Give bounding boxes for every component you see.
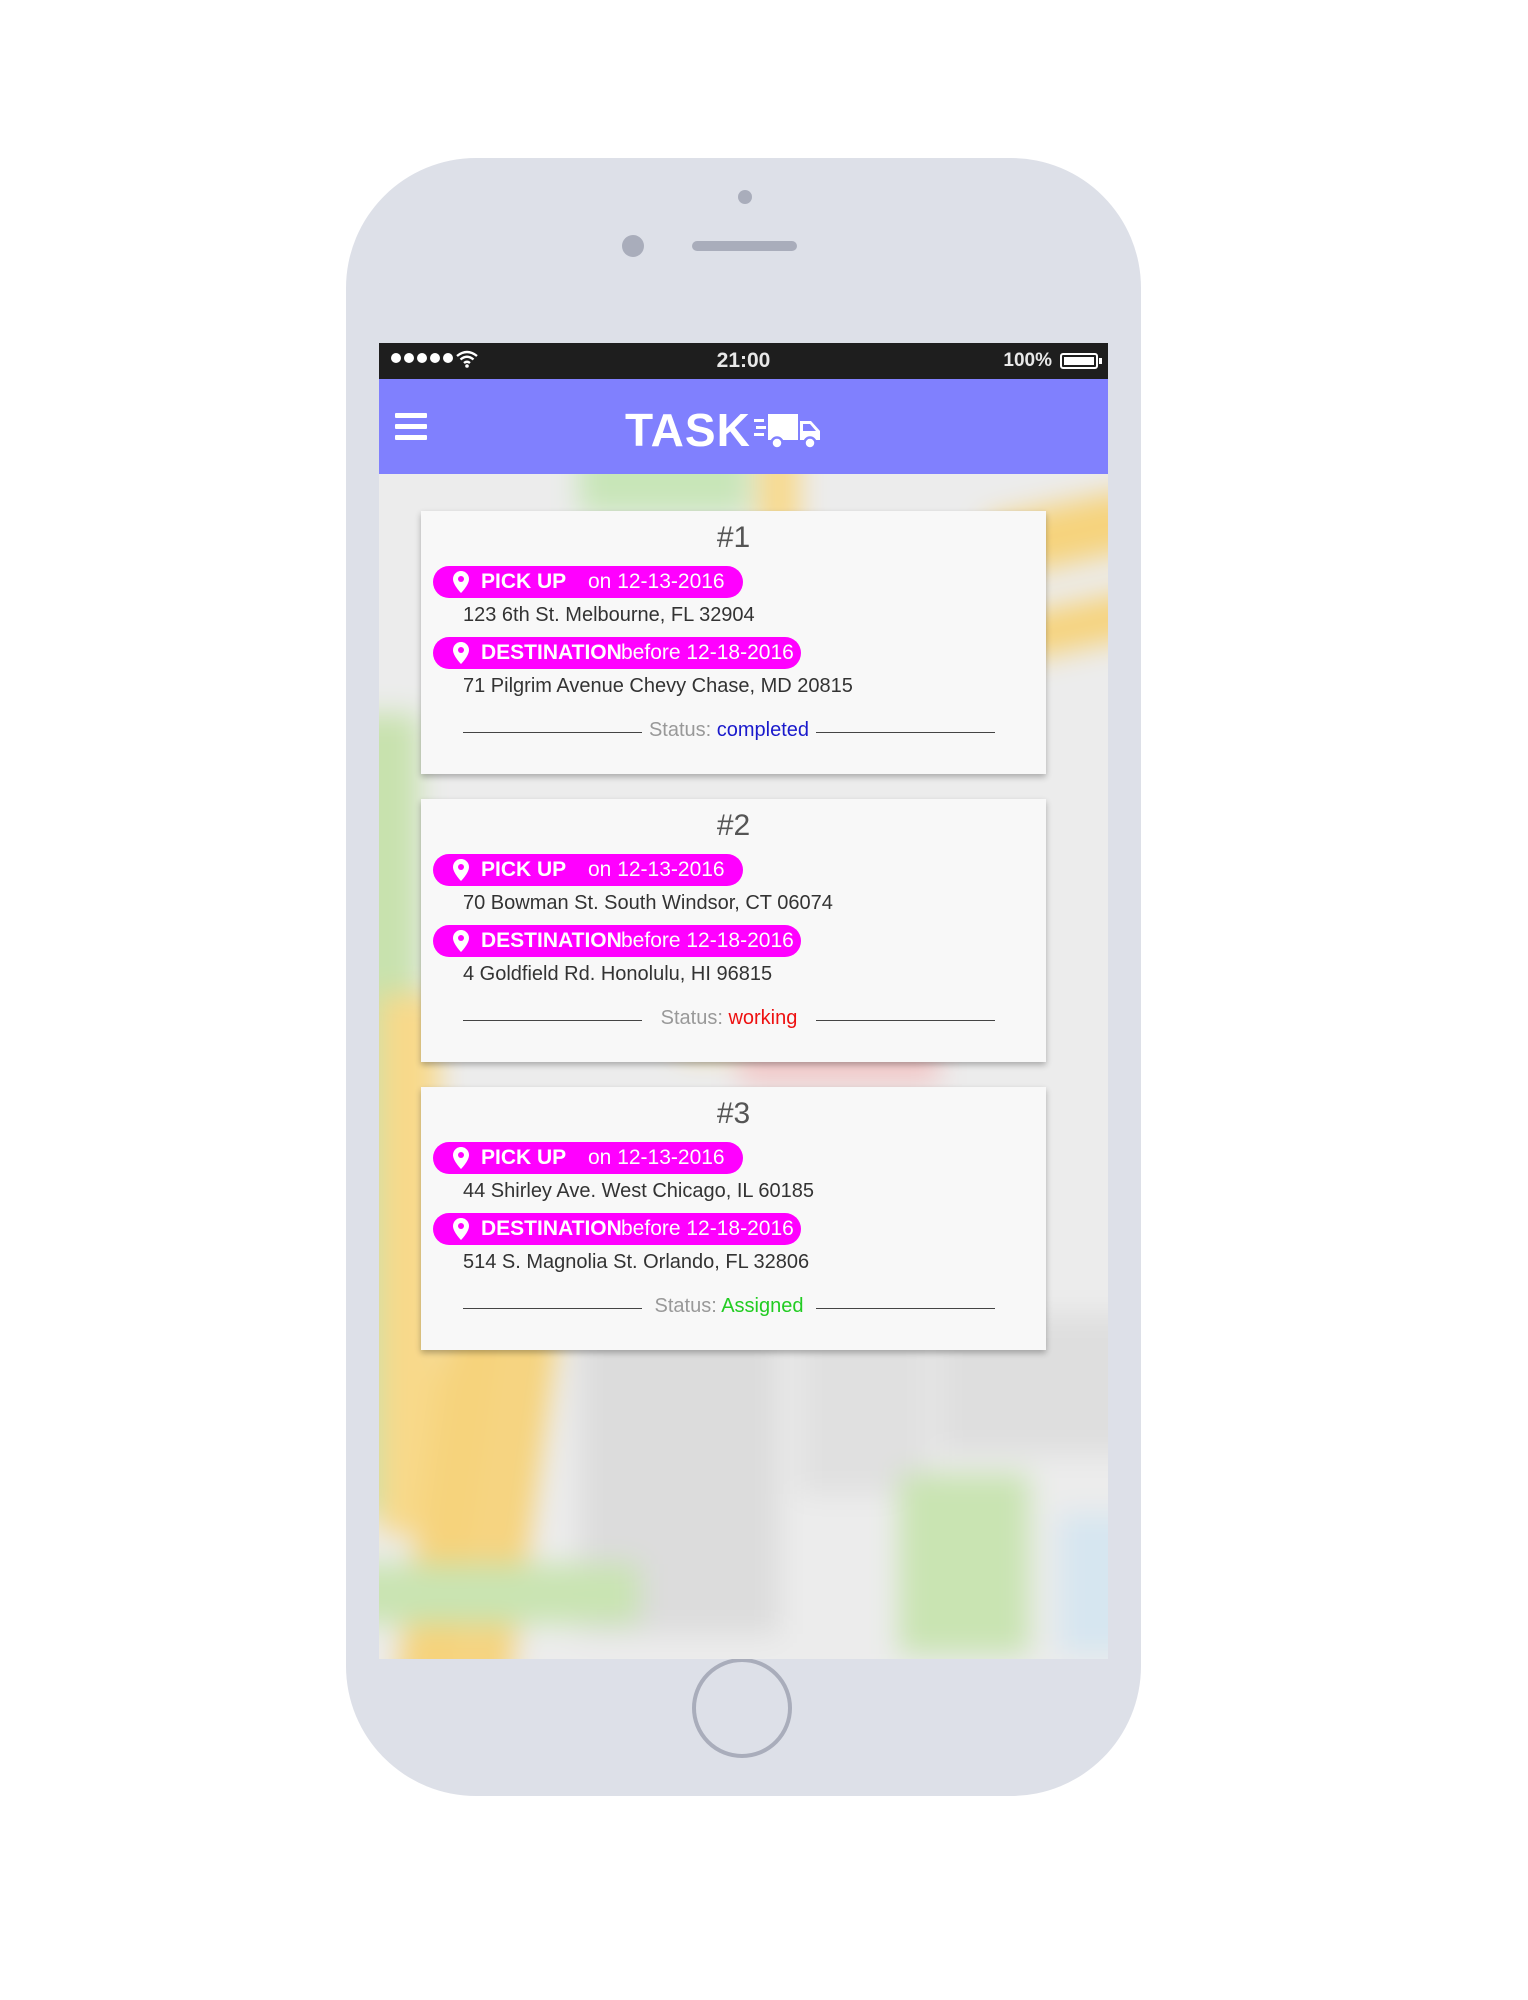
front-camera bbox=[622, 235, 644, 257]
pickup-address: 70 Bowman St. South Windsor, CT 06074 bbox=[463, 892, 833, 914]
pickup-label: PICK UP bbox=[481, 570, 567, 593]
location-pin-icon bbox=[453, 642, 469, 664]
location-pin-icon bbox=[453, 571, 469, 593]
earpiece-speaker bbox=[692, 241, 797, 251]
destination-date: before 12-18-2016 bbox=[621, 641, 794, 664]
status-label: Status: bbox=[660, 1007, 723, 1029]
destination-address: 71 Pilgrim Avenue Chevy Chase, MD 20815 bbox=[463, 675, 853, 697]
status-value: completed bbox=[716, 719, 810, 741]
task-card[interactable]: #1 PICK UP on 12-13-2016 123 6th St. Mel… bbox=[421, 511, 1046, 774]
divider bbox=[816, 1308, 995, 1309]
status-label: Status: bbox=[654, 1295, 717, 1317]
pickup-address: 44 Shirley Ave. West Chicago, IL 60185 bbox=[463, 1180, 814, 1202]
pickup-date: on 12-13-2016 bbox=[588, 1146, 725, 1169]
location-pin-icon bbox=[453, 930, 469, 952]
pickup-label: PICK UP bbox=[481, 858, 567, 881]
pickup-date: on 12-13-2016 bbox=[588, 858, 725, 881]
status-line: Status: Assigned bbox=[642, 1295, 816, 1318]
status-value: working bbox=[728, 1007, 798, 1029]
location-pin-icon bbox=[453, 1147, 469, 1169]
task-number: #3 bbox=[716, 1097, 751, 1130]
location-pin-icon bbox=[453, 1218, 469, 1240]
destination-date: before 12-18-2016 bbox=[621, 1217, 794, 1240]
destination-label: DESTINATION bbox=[481, 929, 622, 952]
status-label: Status: bbox=[648, 719, 712, 741]
divider bbox=[463, 1020, 642, 1021]
status-line: Status: working bbox=[642, 1007, 816, 1030]
page-title: TASK bbox=[625, 404, 751, 456]
destination-pill[interactable]: DESTINATION before 12-18-2016 bbox=[433, 637, 801, 669]
divider bbox=[816, 732, 995, 733]
pickup-date: on 12-13-2016 bbox=[588, 570, 725, 593]
location-pin-icon bbox=[453, 859, 469, 881]
status-time: 21:00 bbox=[716, 349, 771, 372]
divider bbox=[816, 1020, 995, 1021]
proximity-sensor bbox=[738, 190, 752, 204]
home-button[interactable] bbox=[692, 1658, 792, 1758]
destination-label: DESTINATION bbox=[481, 1217, 622, 1240]
task-card[interactable]: #3 PICK UP on 12-13-2016 44 Shirley Ave.… bbox=[421, 1087, 1046, 1350]
destination-label: DESTINATION bbox=[481, 641, 622, 664]
battery-icon bbox=[1060, 353, 1102, 369]
divider bbox=[463, 1308, 642, 1309]
destination-date: before 12-18-2016 bbox=[621, 929, 794, 952]
destination-pill[interactable]: DESTINATION before 12-18-2016 bbox=[433, 1213, 801, 1245]
task-number: #1 bbox=[716, 521, 751, 554]
phone-screen: 21:00 100% TASK #1 PICK UP on 12-13-2016… bbox=[379, 343, 1108, 1659]
app-header: TASK bbox=[379, 379, 1108, 474]
task-card[interactable]: #2 PICK UP on 12-13-2016 70 Bowman St. S… bbox=[421, 799, 1046, 1062]
pickup-address: 123 6th St. Melbourne, FL 32904 bbox=[463, 604, 755, 626]
status-line: Status: completed bbox=[642, 719, 816, 742]
delivery-truck-icon bbox=[754, 414, 820, 450]
pickup-pill[interactable]: PICK UP on 12-13-2016 bbox=[433, 1142, 743, 1174]
destination-address: 4 Goldfield Rd. Honolulu, HI 96815 bbox=[463, 963, 773, 985]
task-number: #2 bbox=[716, 809, 751, 842]
destination-pill[interactable]: DESTINATION before 12-18-2016 bbox=[433, 925, 801, 957]
battery-percent: 100% bbox=[1003, 350, 1052, 371]
divider bbox=[463, 732, 642, 733]
pickup-pill[interactable]: PICK UP on 12-13-2016 bbox=[433, 566, 743, 598]
pickup-label: PICK UP bbox=[481, 1146, 567, 1169]
status-value: Assigned bbox=[721, 1295, 804, 1317]
destination-address: 514 S. Magnolia St. Orlando, FL 32806 bbox=[463, 1251, 810, 1273]
pickup-pill[interactable]: PICK UP on 12-13-2016 bbox=[433, 854, 743, 886]
status-bar: 21:00 100% bbox=[379, 343, 1108, 379]
hamburger-menu-icon[interactable] bbox=[395, 413, 427, 441]
